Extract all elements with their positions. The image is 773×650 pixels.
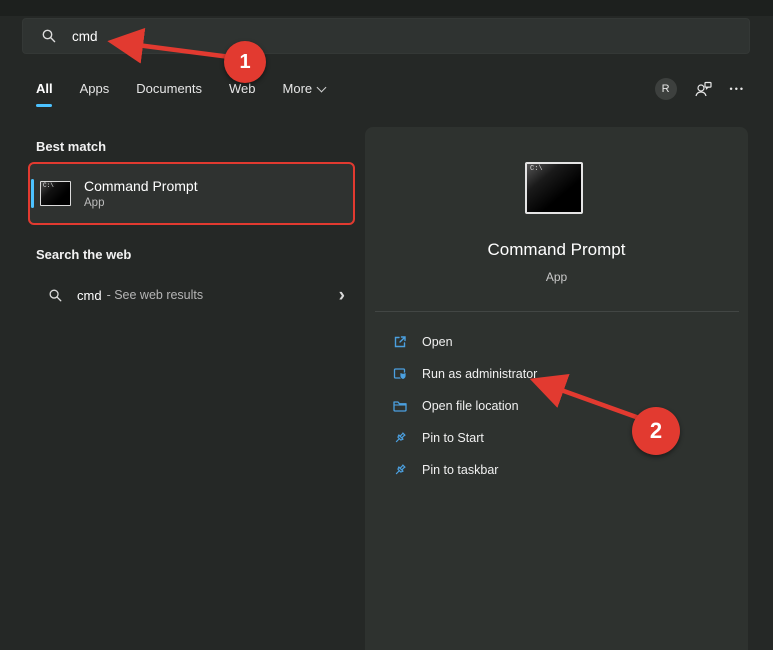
- preview-app-type: App: [365, 270, 748, 284]
- action-pin-to-taskbar[interactable]: Pin to taskbar: [365, 454, 748, 486]
- action-list: Open Run as administrator Open file loca…: [365, 326, 748, 486]
- action-pin-to-start[interactable]: Pin to Start: [365, 422, 748, 454]
- tab-apps[interactable]: Apps: [80, 80, 110, 98]
- search-box[interactable]: [22, 18, 750, 54]
- annotation-step-2: 2: [632, 407, 680, 455]
- pin-icon: [392, 462, 408, 478]
- divider: [375, 311, 739, 312]
- chevron-right-icon: ›: [339, 286, 345, 305]
- result-title: Command Prompt: [84, 178, 198, 194]
- preview-panel: C:\ Command Prompt App Open Run as admin…: [365, 127, 748, 650]
- command-prompt-icon: C:\: [40, 181, 71, 206]
- web-result-row[interactable]: cmd - See web results ›: [28, 277, 355, 313]
- search-input[interactable]: [70, 28, 674, 45]
- tab-documents[interactable]: Documents: [136, 80, 202, 98]
- folder-icon: [392, 398, 408, 414]
- tab-all[interactable]: All: [36, 80, 53, 107]
- selected-tab-underline: [36, 104, 52, 107]
- action-open-file-location[interactable]: Open file location: [365, 390, 748, 422]
- search-icon: [48, 288, 63, 303]
- header-icons: R •••: [655, 78, 745, 100]
- annotation-step-1: 1: [224, 41, 266, 83]
- command-prompt-icon-large: C:\: [525, 162, 583, 214]
- tab-more[interactable]: More: [283, 80, 326, 98]
- search-icon: [41, 28, 57, 44]
- web-suffix: - See web results: [107, 288, 204, 302]
- best-match-heading: Best match: [36, 139, 106, 154]
- best-match-result-command-prompt[interactable]: C:\ Command Prompt App: [28, 162, 355, 225]
- selection-indicator: [31, 179, 34, 208]
- chevron-down-icon: [317, 83, 327, 93]
- more-options-icon[interactable]: •••: [730, 78, 745, 100]
- pin-icon: [392, 430, 408, 446]
- search-web-heading: Search the web: [36, 247, 131, 262]
- search-filter-tabs: All Apps Documents Web More: [36, 80, 325, 107]
- admin-shield-icon: [392, 366, 408, 382]
- window-top-edge: [0, 0, 773, 16]
- web-query: cmd: [77, 288, 102, 303]
- action-open[interactable]: Open: [365, 326, 748, 358]
- user-avatar[interactable]: R: [655, 78, 677, 100]
- action-run-as-administrator[interactable]: Run as administrator: [365, 358, 748, 390]
- open-external-icon: [392, 334, 408, 350]
- result-type: App: [84, 197, 198, 209]
- feedback-icon[interactable]: [694, 80, 713, 98]
- preview-app-name: Command Prompt: [365, 240, 748, 260]
